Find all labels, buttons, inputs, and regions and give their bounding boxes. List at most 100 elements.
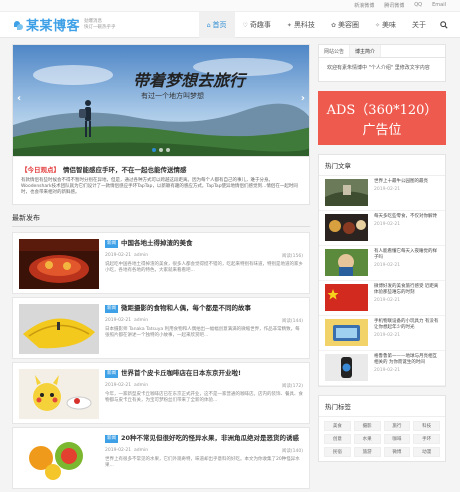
post-thumbnail[interactable] xyxy=(19,239,99,289)
tag-link[interactable]: 摄影 xyxy=(353,421,381,431)
nav-about[interactable]: 关于 xyxy=(404,12,434,38)
nav-home[interactable]: ⌂ 首页 xyxy=(198,12,235,38)
tag-link[interactable]: 创意 xyxy=(324,434,351,444)
tag-link[interactable]: 水果 xyxy=(353,434,381,444)
banner-dot[interactable] xyxy=(152,148,156,152)
hot-article-title[interactable]: 微博好发的美食旅行感受 近距离体验那些难忘的时刻 xyxy=(374,284,439,296)
post-title-text: 20种不常见但很好吃的怪异水果，非洲角瓜绝对是恶货的诱惑 xyxy=(121,434,300,442)
post-author[interactable]: admin xyxy=(134,318,148,324)
post-title[interactable]: 新闻 世界首个皮卡丘咖啡店在日本东京开业啦! xyxy=(105,369,303,378)
hot-article-item[interactable]: 微博好发的美食旅行感受 近距离体验那些难忘的时刻 2019-02-21 xyxy=(319,281,445,316)
post-author[interactable]: admin xyxy=(134,253,148,259)
post-title[interactable]: 新闻 中国各地土得掉渣的美食 xyxy=(105,239,303,248)
hot-article-thumbnail[interactable] xyxy=(325,319,368,346)
nav-tech[interactable]: ✦ 黑科技 xyxy=(279,12,323,38)
hot-article-title[interactable]: 格鲁鲁第一——地球与月亮相互相关的 为你而诞生的时间 xyxy=(374,354,439,366)
tag-link[interactable]: 咖啡 xyxy=(383,434,411,444)
ad-slot[interactable]: ADS（360*120） 广告位 xyxy=(318,91,446,145)
logo-leaf-icon xyxy=(14,19,23,30)
notice-tabs: 网站公告 博主简介 xyxy=(319,45,445,58)
email-link[interactable]: Email xyxy=(432,2,446,9)
tencent-weibo-link[interactable]: 腾讯微博 xyxy=(384,2,404,9)
hot-article-item[interactable]: 每天多吃些零食，不仅对你解馋 2019-02-21 xyxy=(319,211,445,246)
banner-next-arrow-icon[interactable]: › xyxy=(301,93,305,104)
post-title-text: 微距摄影的食物和人偶，每个都是不同的故事 xyxy=(121,304,251,312)
hot-article-thumbnail[interactable] xyxy=(325,214,368,241)
hot-article-thumbnail[interactable] xyxy=(325,249,368,276)
post-thumbnail[interactable] xyxy=(19,369,99,419)
hot-article-title[interactable]: 手机物联设备的小玩具力 有没有让你想起年少的时光 xyxy=(374,319,439,331)
notice-box: 网站公告 博主简介 欢迎有素朱情博中 "个人介绍" 里修改文字内容 xyxy=(318,44,446,82)
post-excerpt: 日本摄影师 Tanaka Tatsuya 利用食物和人偶拍出一幅幅创意满满的微缩… xyxy=(105,327,300,338)
headline-text: 有款情侣有些时候会不得不暂时分别在异地，但是，通过各种方式可以跨越这段距离。因为… xyxy=(21,178,298,195)
post-item[interactable]: 新闻 20种不常见但很好吃的怪异水果，非洲角瓜绝对是恶货的诱惑 2019-02-2… xyxy=(12,427,310,489)
post-author[interactable]: admin xyxy=(134,383,148,389)
nav-label: 黑科技 xyxy=(293,21,315,29)
hot-article-item[interactable]: 世界上十最牛公园图的最亮 2019-02-21 xyxy=(319,176,445,211)
nav-food[interactable]: ✧ 美味 xyxy=(367,12,404,38)
post-author[interactable]: admin xyxy=(134,448,148,454)
tag-link[interactable]: 动漫 xyxy=(413,447,440,457)
post-views: 阅读(156) xyxy=(281,254,303,259)
post-meta: 2019-02-21 admin 阅读(140) xyxy=(105,448,303,454)
tag-link[interactable]: 美食 xyxy=(324,421,351,431)
banner-dot[interactable] xyxy=(159,148,163,152)
category-badge[interactable]: 新闻 xyxy=(105,370,118,378)
hot-article-item[interactable]: 有人能看懂它每天入夜睡觉的样子吗 2019-02-21 xyxy=(319,246,445,281)
hot-article-title[interactable]: 有人能看懂它每天入夜睡觉的样子吗 xyxy=(374,249,439,261)
post-title[interactable]: 新闻 20种不常见但很好吃的怪异水果，非洲角瓜绝对是恶货的诱惑 xyxy=(105,434,303,443)
banner-dot[interactable] xyxy=(166,148,170,152)
hot-article-thumbnail[interactable] xyxy=(325,284,368,311)
nav-fun[interactable]: ♡ 奇趣事 xyxy=(235,12,279,38)
post-item[interactable]: 新闻 微距摄影的食物和人偶，每个都是不同的故事 2019-02-21 admin 阅… xyxy=(12,297,310,359)
hot-article-item[interactable]: 格鲁鲁第一——地球与月亮相互相关的 为你而诞生的时间 2019-02-21 xyxy=(319,351,445,386)
post-title[interactable]: 新闻 微距摄影的食物和人偶，每个都是不同的故事 xyxy=(105,304,303,313)
weibo-link[interactable]: 新浪微博 xyxy=(354,2,374,9)
logo-slogan-line: 快订一碗热乎乎 xyxy=(84,24,116,30)
tag-link[interactable]: 科技 xyxy=(413,421,440,431)
nav-label: 首页 xyxy=(212,21,227,29)
headline-title[interactable]: 【今日观点】 情侣智能感应手环，不在一起也能传送情感 xyxy=(21,164,301,174)
site-logo[interactable]: 某某博客 劲爆消息 快订一碗热乎乎 xyxy=(14,15,116,34)
post-item[interactable]: 新闻 中国各地土得掉渣的美食 2019-02-21 admin 阅读(156) 说起… xyxy=(12,232,310,294)
tag-link[interactable]: 微博 xyxy=(383,447,411,457)
tab-site-notice[interactable]: 网站公告 xyxy=(319,45,351,57)
post-meta: 2019-02-21 admin 阅读(144) xyxy=(105,318,303,324)
nav-label: 奇趣事 xyxy=(249,21,271,29)
post-views: 阅读(144) xyxy=(281,319,303,324)
post-meta: 2019-02-21 admin 阅读(172) xyxy=(105,383,303,389)
category-badge[interactable]: 新闻 xyxy=(105,305,118,313)
hot-article-thumbnail[interactable] xyxy=(325,179,368,206)
hot-article-date: 2019-02-21 xyxy=(374,222,401,227)
main-nav: ⌂ 首页 ♡ 奇趣事 ✦ 黑科技 ✿ 美容圈 ✧ 美味 关于 xyxy=(198,12,448,38)
logo-text: 某某博客 xyxy=(26,19,81,34)
qq-link[interactable]: QQ xyxy=(414,2,422,9)
tag-link[interactable]: 手环 xyxy=(413,434,440,444)
search-icon[interactable] xyxy=(434,12,448,38)
flower-icon: ✿ xyxy=(330,21,336,29)
post-item[interactable]: 新闻 世界首个皮卡丘咖啡店在日本东京开业啦! 2019-02-21 admin 阅读… xyxy=(12,362,310,424)
tag-link[interactable]: 旅行 xyxy=(383,421,411,431)
hot-article-title[interactable]: 每天多吃些零食，不仅对你解馋 xyxy=(374,214,437,220)
hot-article-title[interactable]: 世界上十最牛公园图的最亮 xyxy=(374,179,428,185)
hot-articles-title: 热门文章 xyxy=(319,155,445,176)
tag-link[interactable]: 民宿 xyxy=(324,447,351,457)
hot-article-date: 2019-02-21 xyxy=(374,263,401,268)
post-thumbnail[interactable] xyxy=(19,304,99,354)
category-badge[interactable]: 新闻 xyxy=(105,240,118,248)
tab-blogger-intro[interactable]: 博主简介 xyxy=(350,45,382,57)
nav-beauty[interactable]: ✿ 美容圈 xyxy=(323,12,367,38)
post-title-text: 中国各地土得掉渣的美食 xyxy=(121,239,193,247)
tag-link[interactable]: 旅游 xyxy=(353,447,381,457)
site-header: 某某博客 劲爆消息 快订一碗热乎乎 ⌂ 首页 ♡ 奇趣事 ✦ 黑科技 ✿ 美容圈 ✧ 美味… xyxy=(0,12,460,38)
home-icon: ⌂ xyxy=(206,21,211,29)
post-date: 2019-02-21 xyxy=(105,383,132,388)
category-badge[interactable]: 新闻 xyxy=(105,435,118,443)
post-thumbnail[interactable] xyxy=(19,434,99,484)
hero-banner[interactable]: 带着梦想去旅行 有过一个地方叫梦想 ‹ › xyxy=(12,44,310,157)
nav-label: 关于 xyxy=(412,21,426,29)
ad-label: 广告位 xyxy=(362,122,402,138)
hot-article-thumbnail[interactable] xyxy=(325,354,368,381)
banner-prev-arrow-icon[interactable]: ‹ xyxy=(17,93,21,104)
hot-article-item[interactable]: 手机物联设备的小玩具力 有没有让你想起年少的时光 2019-02-21 xyxy=(319,316,445,351)
